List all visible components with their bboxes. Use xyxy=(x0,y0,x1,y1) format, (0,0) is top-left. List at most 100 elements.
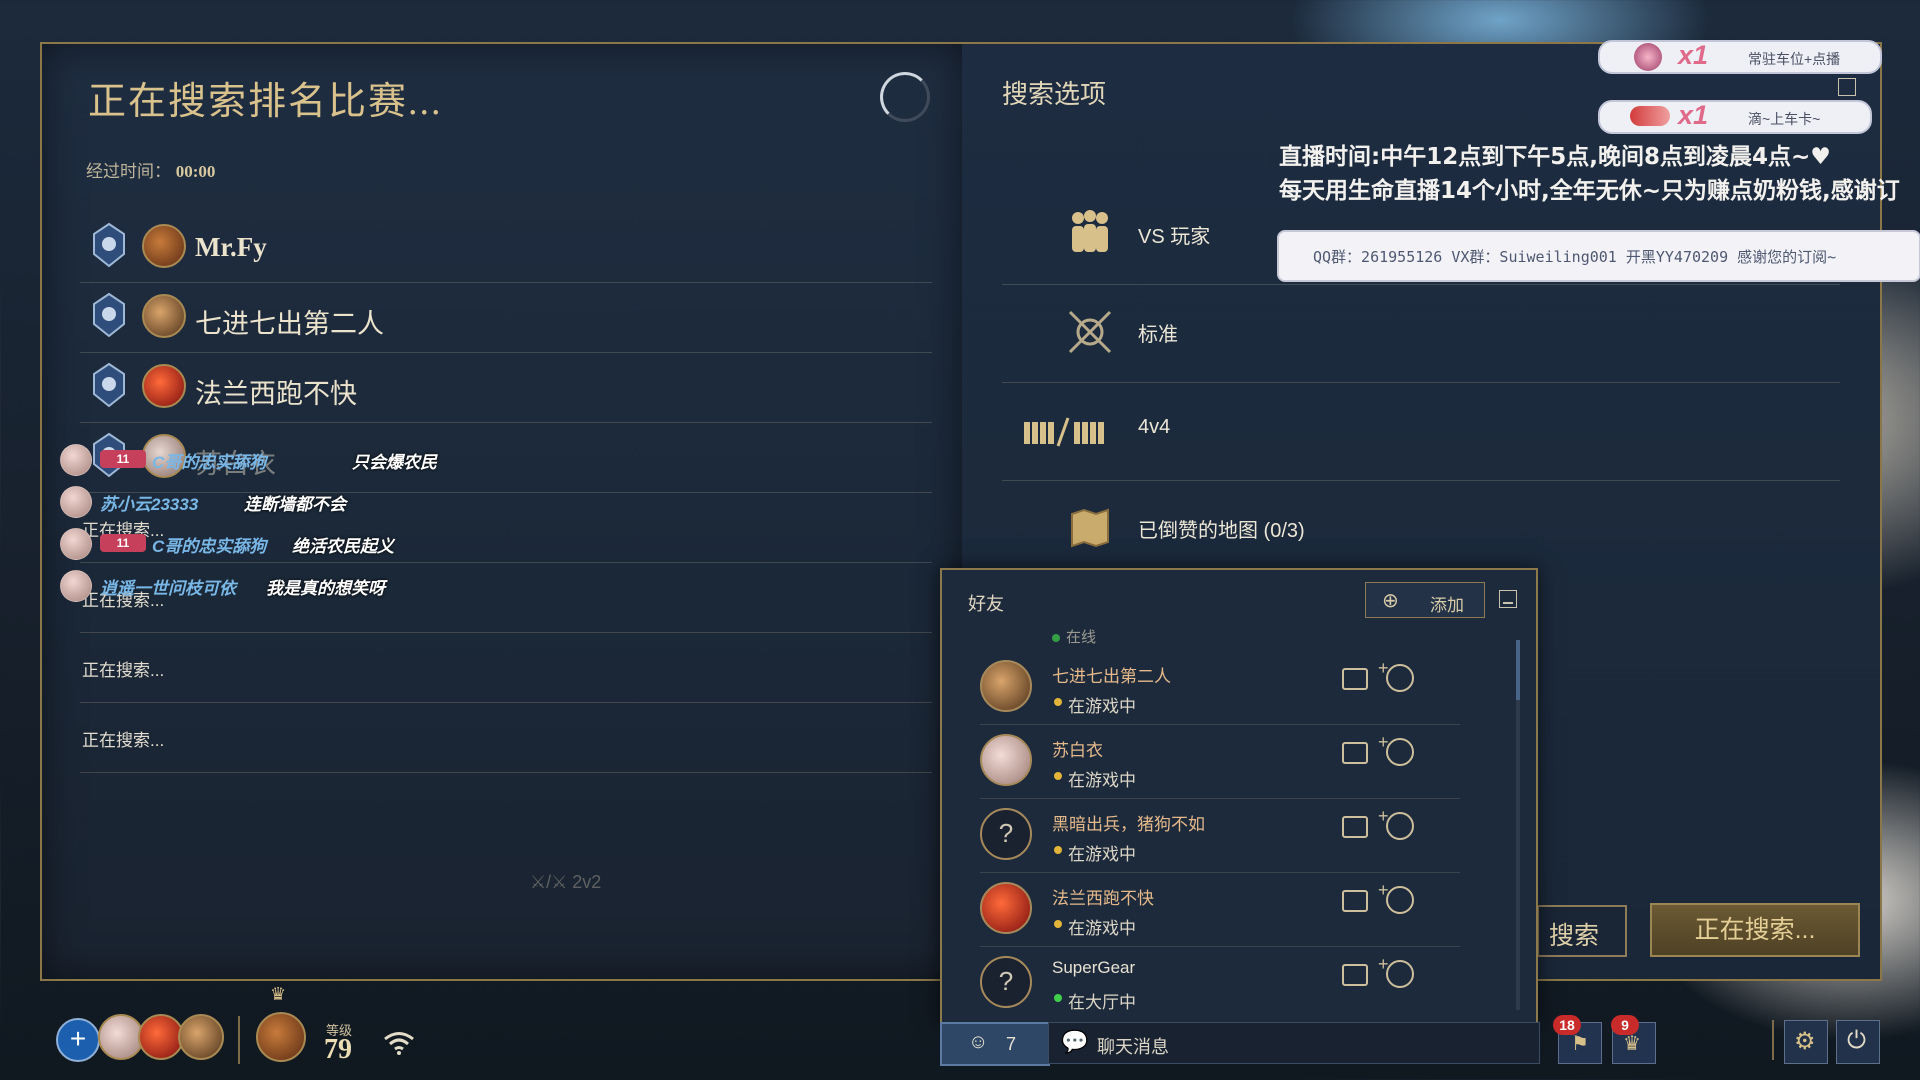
message-icon[interactable] xyxy=(1342,964,1368,986)
chat-user: 苏小云23333 xyxy=(100,495,199,514)
option-label: 4v4 xyxy=(1138,416,1171,438)
invite-icon[interactable] xyxy=(1378,954,1414,988)
friend-avatar xyxy=(980,882,1032,934)
gift-text: 常驻车位+点播 xyxy=(1748,51,1841,67)
player-slot[interactable]: 七进七出第二人 xyxy=(80,284,932,353)
stream-schedule: 直播时间:中午12点到下午5点,晚间8点到凌晨4点~♥ 每天用生命直播14个小时… xyxy=(1279,140,1900,208)
mode-watermark: ⚔/⚔ 2v2 xyxy=(530,872,601,893)
crown-icon: ♛ xyxy=(270,984,287,1004)
friends-title: 好友 xyxy=(968,594,1004,614)
add-friend-button[interactable]: ⊕ 添加 xyxy=(1365,582,1485,618)
notification-badge: 9 xyxy=(1611,1015,1639,1035)
add-party-button[interactable]: + xyxy=(56,1018,100,1062)
rank-emblem-icon xyxy=(93,292,125,338)
friends-scrollbar[interactable] xyxy=(1516,640,1520,1010)
unknown-avatar-icon: ? xyxy=(980,808,1032,860)
friend-row[interactable]: 七进七出第二人 在游戏中 xyxy=(980,650,1460,725)
gift-icon xyxy=(1630,106,1670,126)
notifications-button[interactable]: ⚑ 18 xyxy=(1553,1015,1602,1064)
players-icon xyxy=(1072,210,1108,252)
gift-text: 滴~上车卡~ xyxy=(1748,111,1821,127)
message-icon[interactable] xyxy=(1342,742,1368,764)
qq-info-text: QQ群：261955126 VX群：Suiweiling001 开黑YY4702… xyxy=(1313,248,1837,266)
chat-avatar xyxy=(60,570,92,602)
party-avatar[interactable] xyxy=(178,1014,224,1060)
status-dot xyxy=(1052,634,1060,642)
chat-line: 苏小云23333 连断墙都不会 xyxy=(60,484,660,520)
friend-status: 在游戏中 xyxy=(1068,771,1136,790)
friends-tab[interactable]: ☺ 7 xyxy=(940,1022,1050,1066)
mode-watermark-text: 2v2 xyxy=(572,872,602,892)
friends-panel: 好友 ⊕ 添加 在线 七进七出第二人 在游戏中 苏白衣 在游戏中 ? 黑暗出兵，… xyxy=(940,568,1538,1024)
chat-bubble-icon: 💬 xyxy=(1061,1029,1089,1054)
friend-name: 苏白衣 xyxy=(1052,741,1103,760)
fan-badge: 11 xyxy=(100,534,146,552)
chat-message: 绝活农民起义 xyxy=(292,537,394,556)
friends-count: 7 xyxy=(1006,1034,1017,1054)
friend-status: 在游戏中 xyxy=(1068,845,1136,864)
map-icon xyxy=(1071,508,1109,548)
team-size-icon xyxy=(1024,417,1104,447)
option-team-size[interactable]: 4v4 xyxy=(1002,382,1840,481)
search-button-label: 搜索 xyxy=(1549,922,1600,950)
power-button[interactable]: ⏻ xyxy=(1836,1020,1880,1064)
fan-badge: 11 xyxy=(100,450,146,468)
qq-info-box: QQ群：261955126 VX群：Suiweiling001 开黑YY4702… xyxy=(1277,230,1920,282)
player-avatar xyxy=(142,294,186,338)
message-icon[interactable] xyxy=(1342,816,1368,838)
chat-user: 逍遥一世问枝可依 xyxy=(100,579,236,598)
gift-count: x1 xyxy=(1678,40,1709,70)
chat-line: 11 C哥的忠实舔狗 绝活农民起义 xyxy=(60,526,660,562)
settings-button[interactable]: ⚙ xyxy=(1784,1020,1828,1064)
status-dot xyxy=(1054,846,1062,854)
gift-banner: x1 常驻车位+点播 xyxy=(1598,40,1882,74)
friend-row[interactable]: 苏白衣 在游戏中 xyxy=(980,724,1460,799)
friend-status: 在游戏中 xyxy=(1068,919,1136,938)
option-banned-maps[interactable]: 已倒赞的地图 (0/3) xyxy=(1002,480,1840,578)
option-label: VS 玩家 xyxy=(1138,226,1211,248)
add-friend-label: 添加 xyxy=(1430,596,1464,615)
status-dot xyxy=(1054,698,1062,706)
chat-avatar xyxy=(60,486,92,518)
chat-avatar xyxy=(60,528,92,560)
rank-emblem-icon xyxy=(93,362,125,408)
partial-status: 在线 xyxy=(1052,626,1096,647)
player-slot[interactable]: 法兰西跑不快 xyxy=(80,354,932,423)
option-label: 已倒赞的地图 (0/3) xyxy=(1138,520,1305,542)
wifi-icon xyxy=(384,1032,414,1055)
player-avatar xyxy=(142,224,186,268)
stream-line-1: 直播时间:中午12点到下午5点,晚间8点到凌晨4点~♥ xyxy=(1279,144,1831,170)
minimize-icon[interactable] xyxy=(1838,78,1856,96)
friend-row[interactable]: ? SuperGear 在大厅中 xyxy=(980,946,1460,1020)
player-name: 七进七出第二人 xyxy=(195,309,384,339)
elapsed-time: 经过时间： 00:00 xyxy=(86,157,215,182)
gear-icon: ⚙ xyxy=(1794,1028,1816,1055)
invite-icon[interactable] xyxy=(1378,806,1414,840)
searching-button[interactable]: 正在搜索... xyxy=(1650,903,1860,957)
friend-row[interactable]: 法兰西跑不快 在游戏中 xyxy=(980,872,1460,947)
invite-icon[interactable] xyxy=(1378,658,1414,692)
invite-icon[interactable] xyxy=(1378,880,1414,914)
gift-count: x1 xyxy=(1678,100,1709,130)
level-value: 79 xyxy=(324,1034,352,1065)
search-button[interactable]: 搜索 xyxy=(1537,905,1627,957)
chat-tab[interactable]: 💬 聊天消息 xyxy=(1048,1022,1540,1064)
player-slot[interactable]: Mr.Fy xyxy=(80,214,932,283)
notification-badge: 18 xyxy=(1553,1015,1581,1035)
rewards-button[interactable]: ♛ 9 xyxy=(1611,1015,1656,1064)
message-icon[interactable] xyxy=(1342,668,1368,690)
loading-spinner-icon xyxy=(880,72,930,122)
team-size-icon: ⚔/⚔ xyxy=(530,872,573,892)
status-dot xyxy=(1054,772,1062,780)
invite-icon[interactable] xyxy=(1378,732,1414,766)
divider xyxy=(238,1016,240,1064)
elapsed-value: 00:00 xyxy=(175,162,216,181)
status-dot xyxy=(1054,920,1062,928)
minimize-icon[interactable] xyxy=(1499,590,1517,608)
message-icon[interactable] xyxy=(1342,890,1368,912)
profile-avatar[interactable] xyxy=(256,1012,306,1062)
friend-name: 法兰西跑不快 xyxy=(1052,889,1154,908)
friend-name: 七进七出第二人 xyxy=(1052,667,1171,686)
option-game-type[interactable]: 标准 xyxy=(1002,284,1840,383)
friend-row[interactable]: ? 黑暗出兵，猪狗不如 在游戏中 xyxy=(980,798,1460,873)
